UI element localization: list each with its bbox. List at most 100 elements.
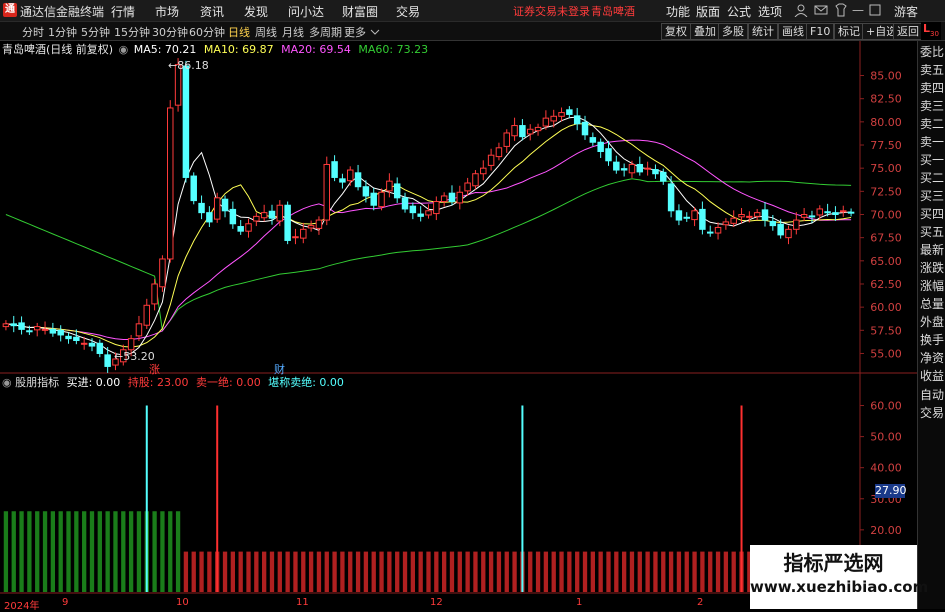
candle-body — [49, 328, 57, 334]
rp-earnings[interactable]: 收益 — [918, 367, 945, 385]
sub-tick-label: 40.00 — [870, 462, 902, 475]
watermark-title: 指标严选网 — [783, 551, 884, 575]
rp-buy5[interactable]: 买五 — [918, 223, 945, 241]
kline-chart[interactable]: 55.00 57.50 60.00 62.50 65.00 67.50 70.00 72.50… — [0, 0, 917, 609]
candle-body — [362, 186, 370, 197]
candle-body — [558, 112, 565, 117]
rp-volume[interactable]: 总量 — [918, 295, 945, 313]
rp-netasset[interactable]: 净资 — [918, 349, 945, 367]
rp-sell3[interactable]: 卖三 — [918, 97, 945, 115]
candle-body — [824, 211, 831, 214]
rp-sell5[interactable]: 卖五 — [918, 61, 945, 79]
candle-body — [190, 175, 197, 202]
rp-buy4[interactable]: 买四 — [918, 205, 945, 223]
price-tick-label: 57.50 — [870, 324, 902, 337]
candle-body — [487, 154, 495, 166]
candle-body — [519, 125, 526, 138]
candle-body — [597, 141, 604, 152]
rp-outer[interactable]: 外盘 — [918, 313, 945, 331]
candle-body — [785, 228, 792, 239]
candle-body — [613, 161, 620, 171]
candle-body — [683, 216, 690, 219]
candle-body — [526, 128, 534, 135]
event-cai-marker[interactable]: 财 — [274, 361, 285, 377]
candle-body — [628, 163, 636, 174]
rp-buy1[interactable]: 买一 — [918, 151, 945, 169]
candle-body — [213, 197, 221, 220]
rp-turnover[interactable]: 换手 — [918, 331, 945, 349]
candle-body — [315, 219, 323, 229]
candle-body — [503, 132, 510, 147]
candle-body — [448, 192, 456, 203]
candle-body — [284, 204, 291, 241]
rp-trade[interactable]: 交易 — [918, 404, 945, 422]
candle-body — [511, 125, 518, 137]
candle-body — [65, 335, 72, 340]
rp-buy2[interactable]: 买二 — [918, 169, 945, 187]
xlabel-jan: 1 — [576, 597, 583, 608]
candle-body — [542, 117, 550, 127]
candle-body — [699, 208, 706, 230]
sub-tick-label: 60.00 — [870, 400, 902, 413]
price-tick-label: 62.50 — [870, 278, 902, 291]
xlabel-sep: 9 — [62, 597, 69, 608]
rp-weibi[interactable]: 委比 — [918, 43, 945, 61]
candle-body — [253, 215, 260, 222]
high-marker: ←86.18 — [168, 59, 209, 72]
l-badge[interactable]: L 30 — [921, 22, 941, 40]
price-tick-label: 67.50 — [870, 232, 902, 245]
candle-body — [378, 191, 385, 208]
candle-body — [393, 183, 401, 199]
price-tick-label: 75.00 — [870, 162, 902, 175]
candle-body — [182, 65, 190, 178]
candle-body — [26, 330, 33, 333]
candle-body — [495, 147, 503, 158]
rp-auto[interactable]: 自动 — [918, 386, 945, 404]
candle-body — [456, 191, 464, 204]
candle-body — [127, 338, 135, 351]
rp-change[interactable]: 涨跌 — [918, 259, 945, 277]
candle-body — [738, 214, 745, 218]
candle-body — [292, 236, 299, 239]
candle-body — [573, 115, 581, 125]
rp-sell2[interactable]: 卖二 — [918, 115, 945, 133]
candle-body — [706, 231, 714, 234]
candle-body — [331, 161, 338, 178]
candle-body — [534, 126, 542, 132]
price-tick-label: 60.00 — [870, 301, 902, 314]
candle-body — [409, 205, 417, 214]
candle-body — [221, 198, 229, 212]
price-tick-label: 70.00 — [870, 209, 902, 222]
xlabel-feb: 2 — [697, 597, 704, 608]
candle-body — [636, 163, 644, 173]
candle-body — [777, 223, 784, 236]
candle-body — [425, 210, 432, 216]
rp-sell4[interactable]: 卖四 — [918, 79, 945, 97]
event-zhang-marker[interactable]: 涨 — [149, 361, 160, 377]
rp-latest[interactable]: 最新 — [918, 241, 945, 259]
candle-body — [370, 192, 377, 206]
xlabel-nov: 11 — [296, 597, 309, 608]
price-tick-label: 80.00 — [870, 116, 902, 129]
candle-body — [847, 211, 855, 214]
candle-body — [464, 182, 471, 192]
candle-body — [57, 329, 64, 336]
candle-body — [260, 212, 268, 219]
candle-body — [816, 208, 824, 216]
rp-sell1[interactable]: 卖一 — [918, 133, 945, 151]
candle-body — [206, 212, 213, 223]
candle-body — [605, 148, 612, 162]
watermark-url: www.xuezhibiao.com — [750, 578, 929, 596]
ma5-line — [5, 116, 852, 356]
rp-buy3[interactable]: 买三 — [918, 187, 945, 205]
rp-pct[interactable]: 涨幅 — [918, 277, 945, 295]
candle-body — [104, 354, 111, 367]
price-tick-label: 77.50 — [870, 139, 902, 152]
candle-body — [18, 322, 25, 330]
candle-body — [691, 210, 698, 221]
candle-body — [832, 212, 839, 216]
candle-body — [354, 172, 362, 188]
candle-body — [73, 336, 80, 342]
candle-body — [566, 109, 573, 115]
candle-body — [96, 342, 104, 354]
